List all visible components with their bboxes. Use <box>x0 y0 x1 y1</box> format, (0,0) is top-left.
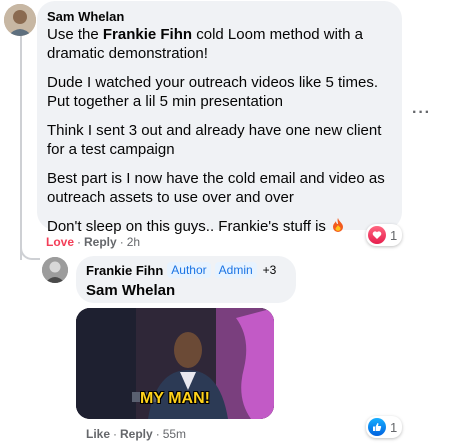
reaction-count-like[interactable]: 1 <box>366 416 403 438</box>
thread-connector <box>20 238 40 260</box>
thread-line <box>20 34 22 260</box>
comment-paragraph: Think I sent 3 out and already have one … <box>47 122 382 158</box>
reaction-count-love[interactable]: 1 <box>366 224 403 246</box>
reply-button[interactable]: Reply <box>84 235 117 249</box>
reply-gif[interactable]: MY MAN! <box>76 308 274 419</box>
thumbs-up-icon <box>368 418 386 436</box>
admin-badge[interactable]: Admin <box>214 262 257 278</box>
timestamp[interactable]: 2h <box>127 235 140 249</box>
avatar-sam-whelan[interactable] <box>4 4 36 36</box>
fire-icon <box>330 217 346 233</box>
timestamp[interactable]: 55m <box>163 427 186 441</box>
comment-paragraph: Best part is I now have the cold email a… <box>47 170 385 206</box>
reply-author[interactable]: Frankie Fihn <box>86 263 163 278</box>
comment-author[interactable]: Sam Whelan <box>47 9 390 25</box>
mention-sam-whelan[interactable]: Sam Whelan <box>86 282 286 299</box>
more-options-icon[interactable]: ··· <box>412 104 431 122</box>
more-badges[interactable]: +3 <box>261 262 279 278</box>
gif-caption: MY MAN! <box>140 390 210 407</box>
reply-actions: Like · Reply · 55m <box>86 427 187 441</box>
comment-paragraph: Don't sleep on this guys.. Frankie's stu… <box>47 217 390 236</box>
comment-paragraph: Use the Frankie Fihn cold Loom method wi… <box>47 26 363 62</box>
comment-bubble: Sam Whelan Use the Frankie Fihn cold Loo… <box>37 1 402 235</box>
love-button[interactable]: Love <box>46 235 74 249</box>
like-button[interactable]: Like <box>86 427 110 441</box>
reply-button[interactable]: Reply <box>120 427 153 441</box>
comment-actions: Love · Reply · 2h <box>46 235 141 249</box>
mention-frankie-fihn[interactable]: Frankie Fihn <box>103 26 192 43</box>
reply-bubble: Frankie Fihn Author Admin +3 Sam Whelan <box>76 256 296 303</box>
comment-paragraph: Dude I watched your outreach videos like… <box>47 74 379 110</box>
author-badge[interactable]: Author <box>167 262 211 278</box>
avatar-frankie-fihn[interactable] <box>42 257 68 283</box>
heart-icon <box>368 226 386 244</box>
